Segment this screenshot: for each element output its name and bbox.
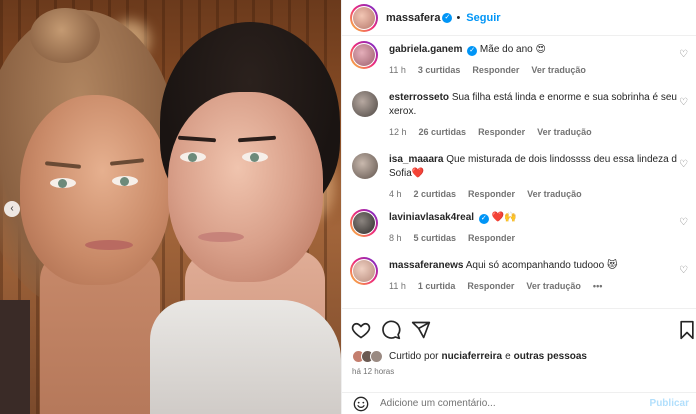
liked-by-avatars[interactable] <box>352 349 383 363</box>
liked-by-user[interactable]: nuciaferreira <box>441 351 502 362</box>
author-username[interactable]: massafera <box>386 12 440 24</box>
left-person-hair-bun <box>30 8 100 63</box>
comment-likes[interactable]: 2 curtidas <box>414 187 457 201</box>
publish-button[interactable]: Publicar <box>650 398 689 409</box>
post-photo: ‹ <box>0 0 341 414</box>
comment-username[interactable]: gabriela.ganem <box>389 44 462 55</box>
comment-username[interactable]: laviniavlasak4real <box>389 212 474 223</box>
comment-item: gabriela.ganem ✓ Mãe do ano 😍 11 h 3 cur… <box>350 41 690 81</box>
carousel-prev-button[interactable]: ‹ <box>4 201 20 217</box>
right-person-tanktop <box>150 300 341 414</box>
like-comment-heart-icon[interactable]: ♡ <box>679 159 688 170</box>
reply-button[interactable]: Responder <box>478 125 525 139</box>
avatar <box>370 349 383 363</box>
left-lips <box>85 240 133 250</box>
left-person-face <box>20 95 170 285</box>
emoji-icon[interactable] <box>352 395 370 413</box>
comment-item: laviniavlasak4real ✓ ❤️🙌 8 h 5 curtidas … <box>350 209 690 249</box>
reply-button[interactable]: Responder <box>467 279 514 293</box>
right-lips <box>198 232 244 242</box>
comment-username[interactable]: esterrosseto <box>389 92 449 103</box>
liked-by-connector: e <box>505 350 511 362</box>
right-eye <box>180 152 206 162</box>
comment-meta: 12 h 26 curtidas Responder Ver tradução <box>389 125 679 139</box>
verified-icon: ✓ <box>442 12 453 23</box>
comment-avatar[interactable] <box>350 151 380 181</box>
liked-by-row: Curtido por nuciaferreira e outras pesso… <box>352 348 587 364</box>
chevron-left-icon: ‹ <box>10 203 14 214</box>
comment-username[interactable]: massaferanews <box>389 260 464 271</box>
separator-dot: • <box>456 11 461 24</box>
post-side-panel: massafera ✓ • Seguir gabriela.ganem ✓ Mã… <box>341 0 696 414</box>
share-icon[interactable] <box>410 319 432 341</box>
post-actions-bar <box>342 308 696 352</box>
comment-item: esterrosseto Sua filha está linda e enor… <box>350 89 690 143</box>
left-eye <box>112 176 138 186</box>
comment-item: massaferanews Aqui só acompanhando tudoo… <box>350 257 690 299</box>
translate-button[interactable]: Ver tradução <box>526 279 581 293</box>
right-eye <box>242 152 268 162</box>
heart-icon[interactable] <box>350 319 372 341</box>
left-eye <box>50 178 76 188</box>
comment-likes[interactable]: 3 curtidas <box>418 63 461 77</box>
comment-avatar[interactable] <box>350 257 378 285</box>
comment-avatar[interactable] <box>350 41 378 69</box>
like-comment-heart-icon[interactable]: ♡ <box>679 97 688 108</box>
add-comment-bar: Adicione um comentário... Publicar <box>342 392 696 414</box>
like-comment-heart-icon[interactable]: ♡ <box>679 265 688 276</box>
liked-by-others[interactable]: outras pessoas <box>514 351 587 362</box>
comment-likes[interactable]: 5 curtidas <box>414 231 457 245</box>
comment-item: isa_maaara Que misturada de dois lindoss… <box>350 151 690 201</box>
comment-icon[interactable] <box>380 319 402 341</box>
comment-time[interactable]: 8 h <box>389 231 402 245</box>
left-person-top <box>0 300 30 414</box>
comment-username[interactable]: isa_maaara <box>389 154 444 165</box>
comment-likes[interactable]: 26 curtidas <box>419 125 467 139</box>
author-avatar[interactable] <box>350 3 378 32</box>
comment-likes[interactable]: 1 curtida <box>418 279 456 293</box>
reply-button[interactable]: Responder <box>472 63 519 77</box>
reply-button[interactable]: Responder <box>468 231 515 245</box>
comment-time[interactable]: 12 h <box>389 125 407 139</box>
translate-button[interactable]: Ver tradução <box>531 63 586 77</box>
verified-icon: ✓ <box>467 46 478 56</box>
bookmark-icon[interactable] <box>676 319 696 341</box>
verified-icon: ✓ <box>478 214 489 224</box>
add-comment-input[interactable]: Adicione um comentário... <box>380 398 496 409</box>
reply-button[interactable]: Responder <box>468 187 515 201</box>
comment-meta: 8 h 5 curtidas Responder <box>389 231 679 245</box>
comment-meta: 11 h 1 curtida Responder Ver tradução ••… <box>389 279 679 293</box>
like-comment-heart-icon[interactable]: ♡ <box>679 49 688 60</box>
comment-meta: 11 h 3 curtidas Responder Ver tradução <box>389 63 679 77</box>
comment-avatar[interactable] <box>350 89 380 119</box>
comment-time[interactable]: 4 h <box>389 187 402 201</box>
right-person-face <box>168 92 323 282</box>
comment-text: ❤️🙌 <box>491 212 517 223</box>
follow-button[interactable]: Seguir <box>466 12 500 24</box>
translate-button[interactable]: Ver tradução <box>537 125 592 139</box>
liked-by-prefix: Curtido por <box>389 350 439 362</box>
comment-time[interactable]: 11 h <box>389 279 406 293</box>
comment-text: Aqui só acompanhando tudooo 😻 <box>465 260 618 271</box>
like-comment-heart-icon[interactable]: ♡ <box>679 217 688 228</box>
post-header: massafera ✓ • Seguir <box>342 0 696 36</box>
more-options-icon[interactable]: ••• <box>593 279 602 293</box>
comment-meta: 4 h 2 curtidas Responder Ver tradução <box>389 187 679 201</box>
post-time[interactable]: há 12 horas <box>352 367 394 376</box>
comment-time[interactable]: 11 h <box>389 63 406 77</box>
comments-list: gabriela.ganem ✓ Mãe do ano 😍 11 h 3 cur… <box>342 37 696 307</box>
comment-avatar[interactable] <box>350 209 378 237</box>
comment-text: Mãe do ano 😍 <box>479 44 546 55</box>
translate-button[interactable]: Ver tradução <box>527 187 582 201</box>
